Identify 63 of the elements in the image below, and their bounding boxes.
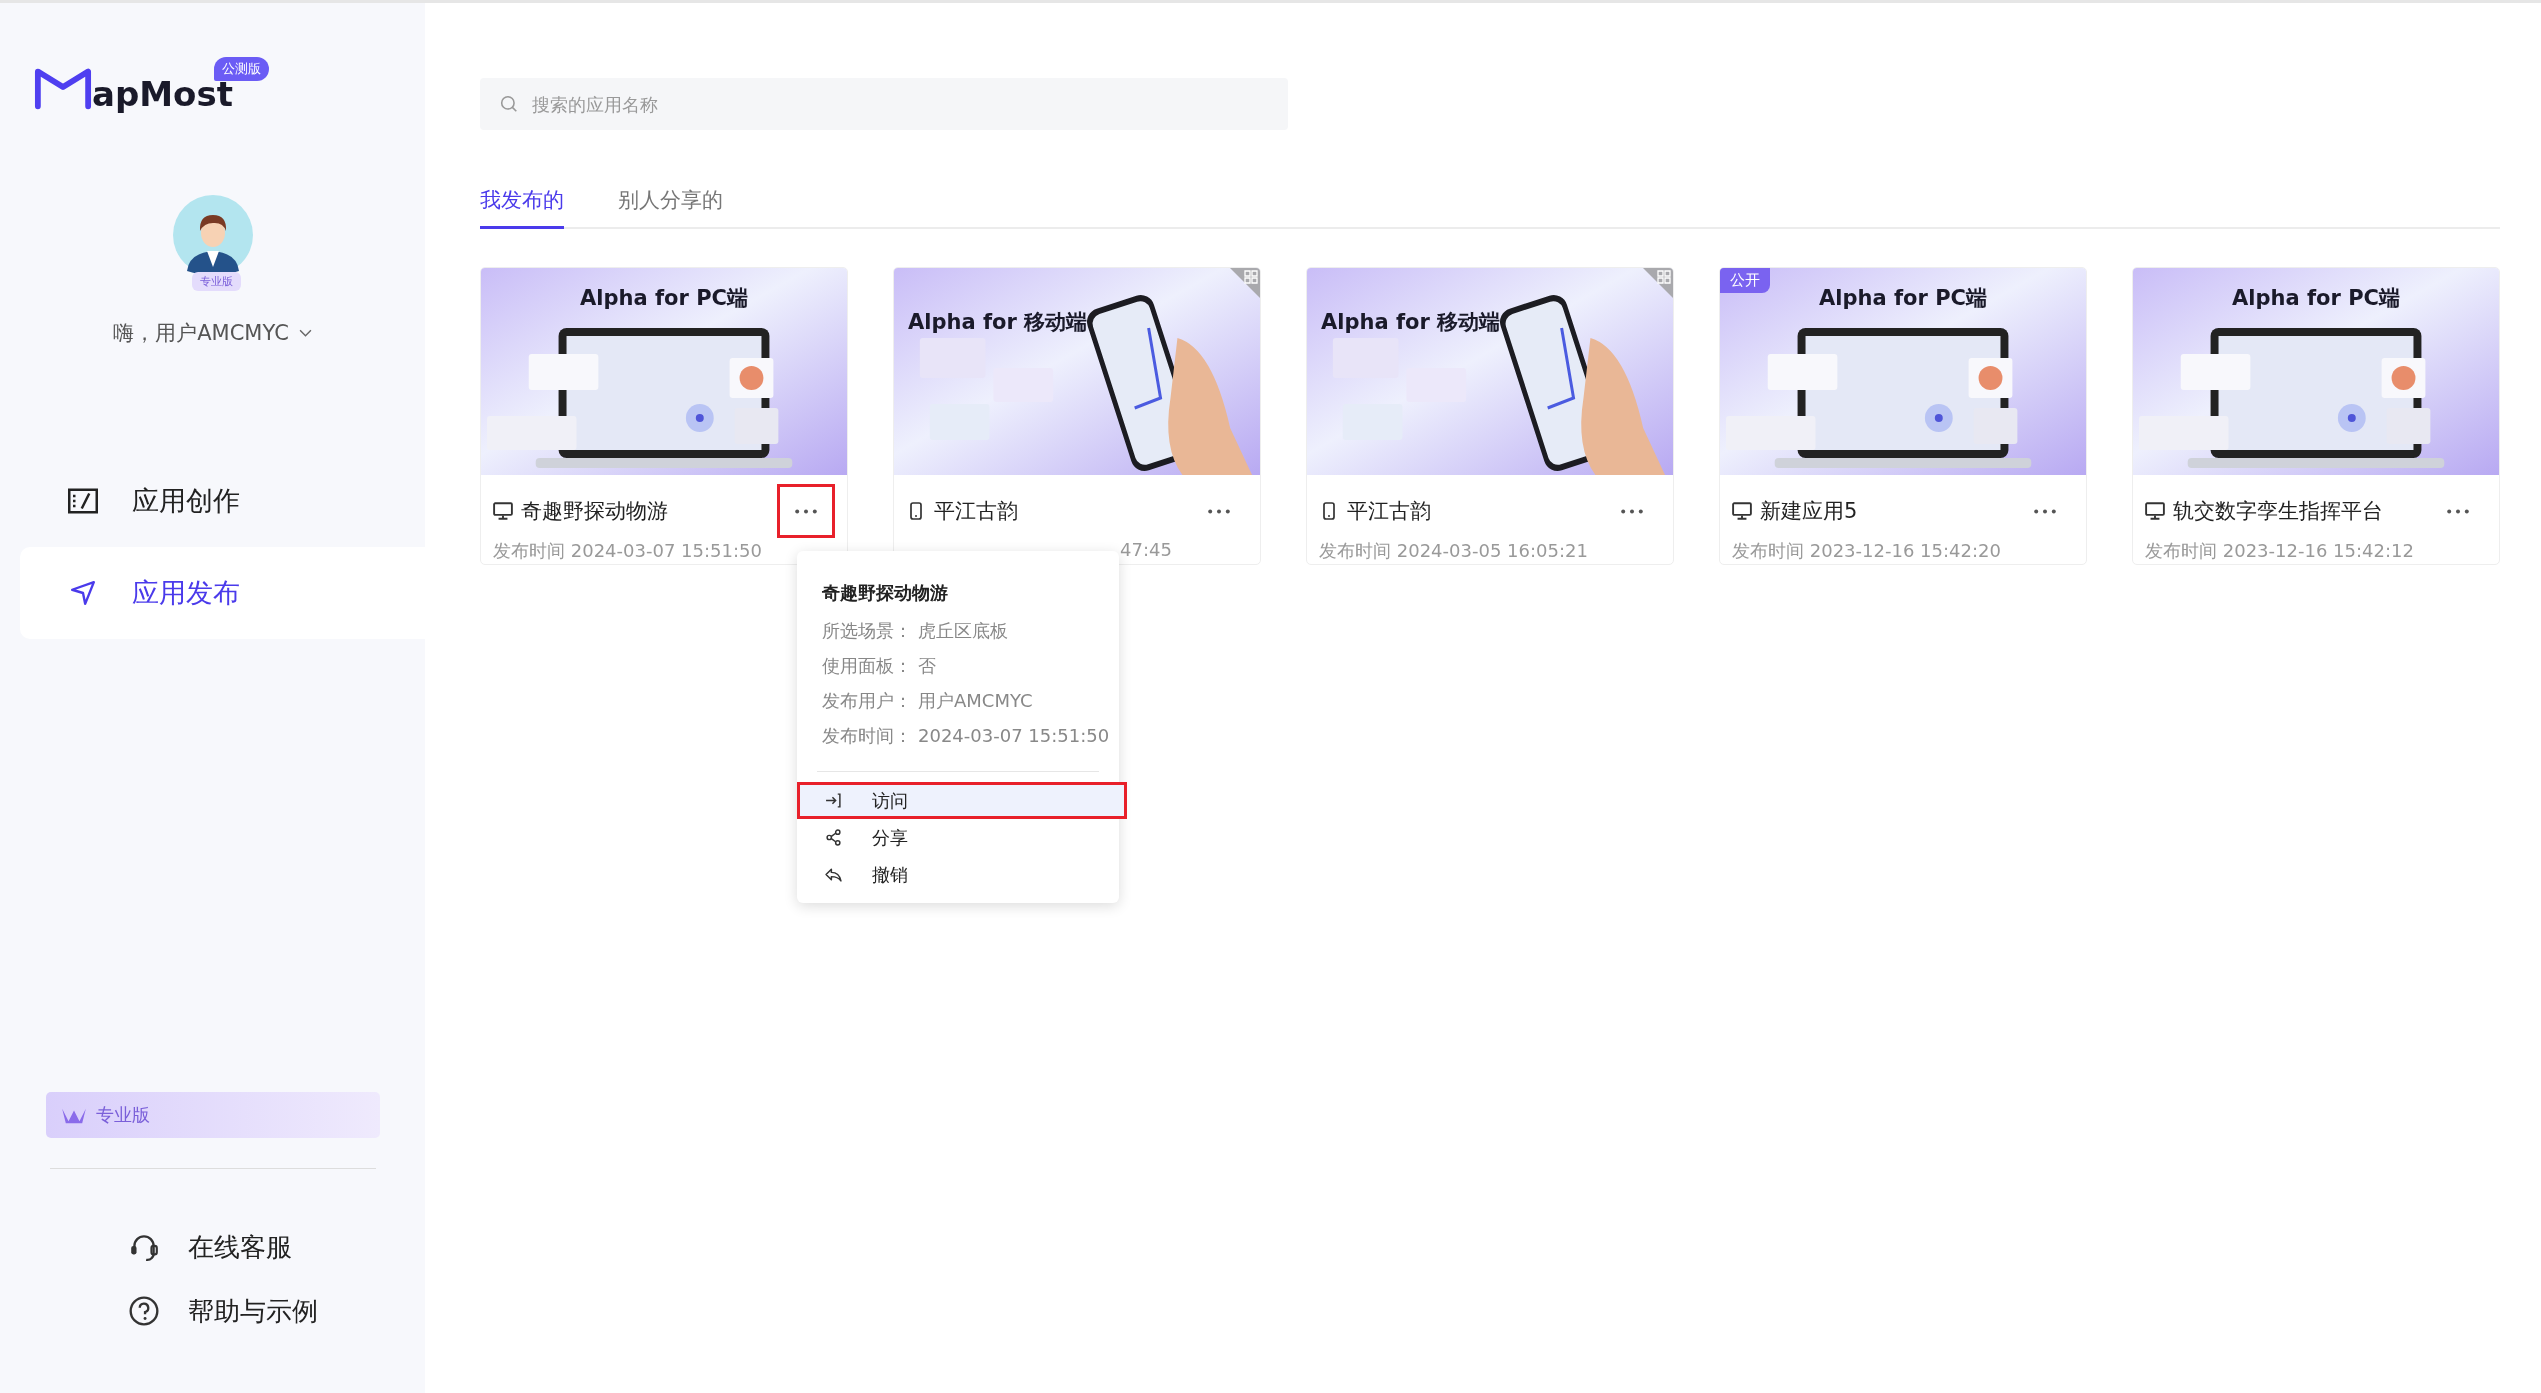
qr-code-icon[interactable]: [1230, 268, 1260, 298]
more-button[interactable]: [777, 484, 835, 538]
detail-value: 用户AMCMYC: [918, 688, 1033, 713]
tab[interactable]: 我发布的: [480, 186, 564, 229]
thumbnail-title: Alpha for 移动端: [908, 309, 1088, 336]
edit-panel-icon: [68, 488, 98, 514]
sidebar-link[interactable]: 帮助与示例: [127, 1279, 328, 1343]
ellipsis-icon: [795, 508, 817, 514]
search-icon: [500, 95, 518, 113]
detail-value: 虎丘区底板: [918, 618, 1008, 643]
share-icon: [825, 829, 842, 846]
detail-label: 发布用户：: [822, 688, 912, 713]
qr-code-icon[interactable]: [1643, 268, 1673, 298]
thumbnail-title: Alpha for PC端: [1819, 285, 1987, 312]
detail-label: 所选场景：: [822, 618, 912, 643]
publish-time: 47:45: [1119, 539, 1173, 560]
detail-value: 2024-03-07 15:51:50: [918, 725, 1110, 746]
nav-item[interactable]: 应用发布: [20, 547, 425, 639]
publish-time: 发布时间 2023-12-16 15:42:20: [1732, 539, 2002, 563]
thumbnail-title: Alpha for 移动端: [1321, 309, 1501, 336]
ellipsis-icon: [1208, 508, 1230, 514]
app-name: 平江古韵: [1347, 498, 1432, 525]
detail-label: 使用面板：: [822, 653, 912, 678]
tab[interactable]: 别人分享的: [618, 186, 723, 229]
app-name: 奇趣野探动物游: [521, 498, 669, 525]
detail-label: 发布时间：: [822, 723, 912, 748]
ellipsis-icon: [1621, 508, 1643, 514]
public-tag: 公开: [1720, 268, 1770, 293]
sidebar-link[interactable]: 在线客服: [127, 1215, 328, 1279]
beta-badge: 公测版: [214, 57, 269, 81]
app-name: 平江古韵: [934, 498, 1019, 525]
app-name: 轨交数字孪生指挥平台: [2173, 498, 2384, 525]
thumbnail-title: Alpha for PC端: [580, 285, 748, 312]
undo-icon: [825, 866, 842, 883]
send-icon: [68, 580, 98, 606]
search-field[interactable]: 搜索的应用名称: [480, 78, 1288, 130]
avatar-icon: [172, 195, 253, 275]
publish-time: 发布时间 2024-03-07 15:51:50: [493, 539, 763, 563]
menu-item[interactable]: 分享: [797, 819, 1119, 856]
enter-icon: [825, 792, 842, 809]
app-card[interactable]: Alpha for PC端 轨交数字孪生指挥平台 发布时间 2023-12-16 15:42:12: [2132, 267, 2500, 565]
app-card[interactable]: Alpha for PC端 奇趣野探动物游 发布时间 2024-03-07 15:51:50: [480, 267, 848, 565]
menu-title: 奇趣野探动物游: [821, 581, 949, 605]
nav-item[interactable]: 应用创作: [20, 455, 425, 547]
pro-badge: 专业版: [191, 272, 241, 291]
ellipsis-icon: [2034, 508, 2056, 514]
publish-time: 发布时间 2024-03-05 16:05:21: [1319, 539, 1589, 563]
app-card[interactable]: Alpha for 移动端 平江古韵 发布时间 2024-03-05 16:05:21: [1306, 267, 1674, 565]
menu-item[interactable]: 访问: [797, 782, 1127, 819]
chevron-down-icon: [298, 328, 312, 338]
monitor-icon: [2145, 502, 2165, 520]
help-icon: [127, 1295, 160, 1327]
ellipsis-icon: [2447, 508, 2469, 514]
publish-time: 发布时间 2023-12-16 15:42:12: [2145, 539, 2415, 563]
app-name: 新建应用5: [1760, 498, 1859, 525]
thumbnail-title: Alpha for PC端: [2232, 285, 2400, 312]
app-card[interactable]: Alpha for PC端 公开 新建应用5 发布时间 2023-12-16 15:42:20: [1719, 267, 2087, 565]
detail-value: 否: [918, 653, 936, 678]
menu-item[interactable]: 撤销: [797, 856, 1119, 893]
monitor-icon: [1732, 502, 1752, 520]
user-menu[interactable]: 嗨，用户AMCMYC: [113, 319, 312, 347]
app-card[interactable]: Alpha for 移动端 平江古韵 47:45: [893, 267, 1261, 565]
monitor-icon: [493, 502, 513, 520]
